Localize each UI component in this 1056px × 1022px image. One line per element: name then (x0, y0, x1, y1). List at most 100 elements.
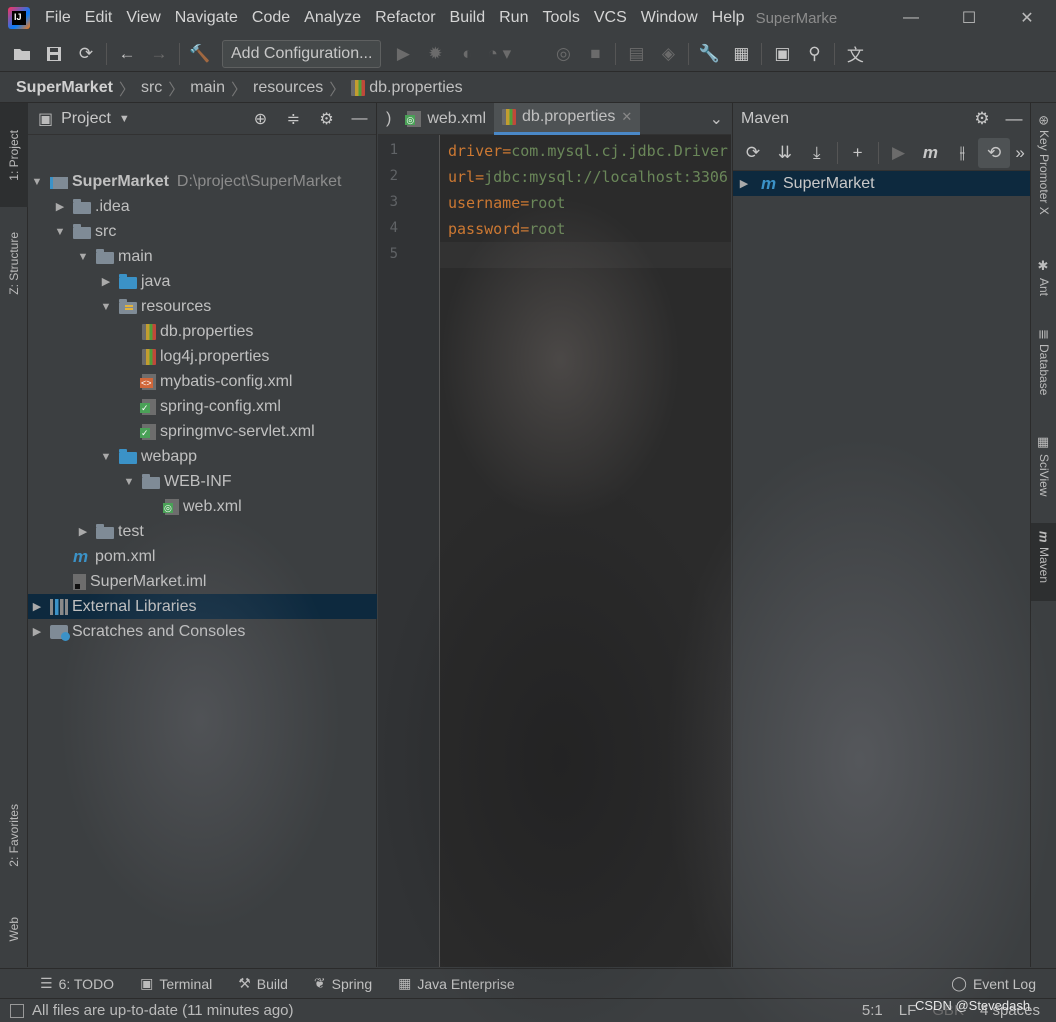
tree-item[interactable]: ▶ test (28, 519, 377, 544)
tree-item[interactable]: ▶ java (28, 269, 377, 294)
tab-sciview[interactable]: ▦ SciView (1031, 435, 1056, 515)
build-hammer-icon[interactable]: 🔨 (184, 38, 216, 70)
bottom-tool-build[interactable]: ⚒ Build (238, 975, 288, 992)
editor-tab[interactable]: db.properties ✕ (494, 102, 641, 135)
maven-goal-icon[interactable]: m (914, 138, 946, 168)
reload-icon[interactable]: ⟳ (737, 138, 769, 168)
breadcrumb-item[interactable]: db.properties (369, 79, 468, 97)
tab-maven[interactable]: m Maven (1031, 523, 1056, 601)
add-configuration-button[interactable]: Add Configuration... (222, 39, 382, 68)
chevron-right-icon[interactable]: ▶ (53, 200, 67, 213)
gear-icon[interactable]: ⚙ (966, 104, 998, 134)
toggle-tool-windows-icon[interactable] (10, 1003, 24, 1018)
menu-window[interactable]: Window (634, 0, 705, 36)
menu-help[interactable]: Help (705, 0, 752, 36)
chevron-down-icon[interactable]: ▼ (76, 251, 90, 263)
tree-item[interactable]: ▶ Scratches and Consoles (28, 619, 377, 644)
tab-database[interactable]: ≣ Database (1031, 329, 1056, 419)
menu-refactor[interactable]: Refactor (368, 0, 442, 36)
tree-item[interactable]: spring-config.xml (28, 394, 377, 419)
tree-item[interactable]: web.xml (28, 494, 377, 519)
attach-debugger-icon[interactable]: ◎ (547, 38, 579, 70)
hide-panel-icon[interactable]: — (998, 104, 1030, 134)
tab-key-promoter[interactable]: ⊛ Key Promoter X (1031, 115, 1056, 245)
debug-icon[interactable]: ✹ (419, 38, 451, 70)
tree-item[interactable]: ▼ resources (28, 294, 377, 319)
chevron-right-icon[interactable]: ▶ (99, 275, 113, 288)
bottom-tool-6-todo[interactable]: ☰ 6: TODO (40, 975, 114, 992)
add-icon[interactable]: + (842, 138, 874, 168)
download-icon[interactable]: ⤓ (801, 138, 833, 168)
chevron-down-icon[interactable]: ▼ (30, 176, 44, 188)
chevron-down-icon[interactable]: ▼ (53, 226, 67, 238)
menu-code[interactable]: Code (245, 0, 297, 36)
open-folder-icon[interactable] (6, 38, 38, 70)
generate-sources-icon[interactable]: ⇊ (769, 138, 801, 168)
menu-analyze[interactable]: Analyze (297, 0, 368, 36)
editor-tab[interactable]: web.xml (399, 103, 494, 135)
run-icon[interactable]: ▶ (387, 38, 419, 70)
chevron-right-icon[interactable]: ▶ (30, 625, 44, 638)
more-icon[interactable]: » (1010, 138, 1030, 168)
menu-build[interactable]: Build (443, 0, 493, 36)
offline-mode-icon[interactable]: ⟲ (978, 137, 1011, 168)
minimize-icon[interactable]: — (882, 0, 940, 36)
chevron-down-icon[interactable]: ▼ (122, 476, 136, 488)
code-line[interactable]: driver=com.mysql.cj.jdbc.Driver (448, 138, 731, 164)
menu-navigate[interactable]: Navigate (168, 0, 245, 36)
back-arrow-icon[interactable]: ← (111, 38, 143, 70)
cursor-position[interactable]: 5:1 (862, 1002, 883, 1019)
chevron-down-icon[interactable]: ▼ (119, 113, 130, 125)
menu-view[interactable]: View (119, 0, 167, 36)
search-icon[interactable]: ⚲ (798, 38, 830, 70)
profile-icon[interactable]: ◔ ▾ (483, 38, 515, 70)
hide-panel-icon[interactable]: — (343, 104, 376, 134)
tab-web[interactable]: Web (0, 899, 28, 959)
tree-item[interactable]: ▼ main (28, 244, 377, 269)
event-log-button[interactable]: ◯ Event Log (951, 975, 1036, 992)
tree-item[interactable]: ▶ .idea (28, 194, 377, 219)
tree-item[interactable]: ▼ src (28, 219, 377, 244)
tree-item[interactable]: mybatis-config.xml (28, 369, 377, 394)
toggle-skip-tests-icon[interactable]: ⫲ (946, 138, 978, 168)
wrench-settings-icon[interactable]: 🔧 (693, 38, 725, 70)
close-icon[interactable]: ✕ (998, 0, 1056, 36)
chevron-down-icon[interactable]: ▼ (99, 451, 113, 463)
code-line[interactable]: password=root (448, 216, 731, 242)
database-icon[interactable]: ▤ (620, 38, 652, 70)
tab-project[interactable]: 1: Project (0, 103, 28, 207)
breadcrumb-item[interactable]: resources (253, 79, 329, 97)
tab-structure[interactable]: Z: Structure (0, 211, 28, 315)
tree-item[interactable]: SuperMarket.iml (28, 569, 377, 594)
tab-ant[interactable]: ✱ Ant (1031, 259, 1056, 319)
menu-file[interactable]: File (38, 0, 78, 36)
code-line[interactable] (448, 242, 731, 268)
run-dropdown-icon[interactable] (515, 38, 547, 70)
tree-item[interactable]: ▶ External Libraries (28, 594, 377, 619)
stop-icon[interactable]: ■ (579, 38, 611, 70)
editor-tab[interactable]: ) (378, 103, 399, 135)
tree-item[interactable]: m pom.xml (28, 544, 377, 569)
tree-item[interactable]: log4j.properties (28, 344, 377, 369)
code-editor[interactable]: 12345 driver=com.mysql.cj.jdbc.Driver url… (378, 135, 731, 967)
update-project-icon[interactable]: ◈ (652, 38, 684, 70)
coverage-icon[interactable]: ◐ (451, 38, 483, 70)
run-icon[interactable]: ▶ (883, 138, 915, 168)
sync-icon[interactable]: ⟳ (70, 38, 102, 70)
menu-vcs[interactable]: VCS (587, 0, 634, 36)
tree-item[interactable]: db.properties (28, 319, 377, 344)
maximize-icon[interactable]: ☐ (940, 0, 998, 36)
save-icon[interactable] (38, 38, 70, 70)
chevron-down-icon[interactable]: ⌄ (702, 103, 731, 135)
gear-icon[interactable]: ⚙ (310, 104, 343, 134)
tree-item[interactable]: springmvc-servlet.xml (28, 419, 377, 444)
forward-arrow-icon[interactable]: → (143, 38, 175, 70)
bottom-tool-terminal[interactable]: ▣ Terminal (140, 975, 212, 992)
chevron-right-icon[interactable]: ▶ (737, 177, 751, 190)
breadcrumb-item[interactable]: src (141, 79, 168, 97)
bottom-tool-java-enterprise[interactable]: ▦ Java Enterprise (398, 975, 515, 992)
menu-tools[interactable]: Tools (535, 0, 586, 36)
close-tab-icon[interactable]: ✕ (621, 109, 632, 125)
project-panel-title[interactable]: Project (61, 110, 111, 128)
tab-favorites[interactable]: 2: Favorites (0, 783, 28, 887)
